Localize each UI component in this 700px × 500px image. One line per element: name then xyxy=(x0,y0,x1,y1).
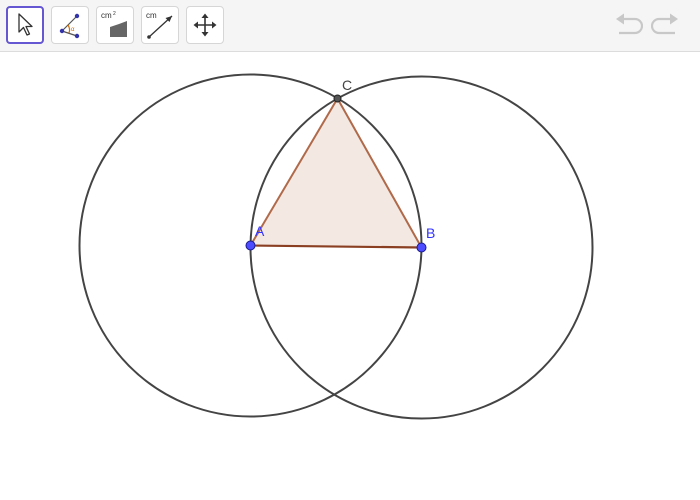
angle-icon: α xyxy=(56,11,84,39)
move-graphics-view-tool-button[interactable] xyxy=(186,6,224,44)
area-icon: cm 2 xyxy=(99,9,131,41)
point-a-label[interactable]: A xyxy=(255,223,265,239)
point-a[interactable] xyxy=(245,240,256,251)
distance-unit-label: cm xyxy=(146,11,157,20)
undo-button[interactable] xyxy=(612,12,644,42)
redo-button[interactable] xyxy=(650,12,682,42)
svg-text:α: α xyxy=(71,27,75,33)
cursor-arrow-icon xyxy=(14,12,36,38)
point-c-label[interactable]: C xyxy=(342,77,352,93)
distance-tool-button[interactable]: cm xyxy=(141,6,179,44)
redo-icon xyxy=(650,13,681,42)
point-c[interactable] xyxy=(333,94,342,103)
undo-icon xyxy=(613,13,644,42)
area-unit-label: cm xyxy=(101,11,112,20)
geometry-app: α cm 2 cm A B C xyxy=(0,0,700,500)
svg-text:2: 2 xyxy=(113,11,116,17)
angle-tool-button[interactable]: α xyxy=(51,6,89,44)
toolbar: α cm 2 cm xyxy=(0,0,700,52)
graphics-view[interactable]: A B C xyxy=(0,53,700,500)
move-tool-button[interactable] xyxy=(6,6,44,44)
point-b-label[interactable]: B xyxy=(426,225,435,241)
point-b[interactable] xyxy=(416,242,427,253)
distance-icon: cm xyxy=(144,9,176,41)
move-graphics-icon xyxy=(192,12,218,38)
area-tool-button[interactable]: cm 2 xyxy=(96,6,134,44)
construction-canvas[interactable]: A B C xyxy=(0,53,700,500)
triangle-abc[interactable] xyxy=(250,98,422,248)
